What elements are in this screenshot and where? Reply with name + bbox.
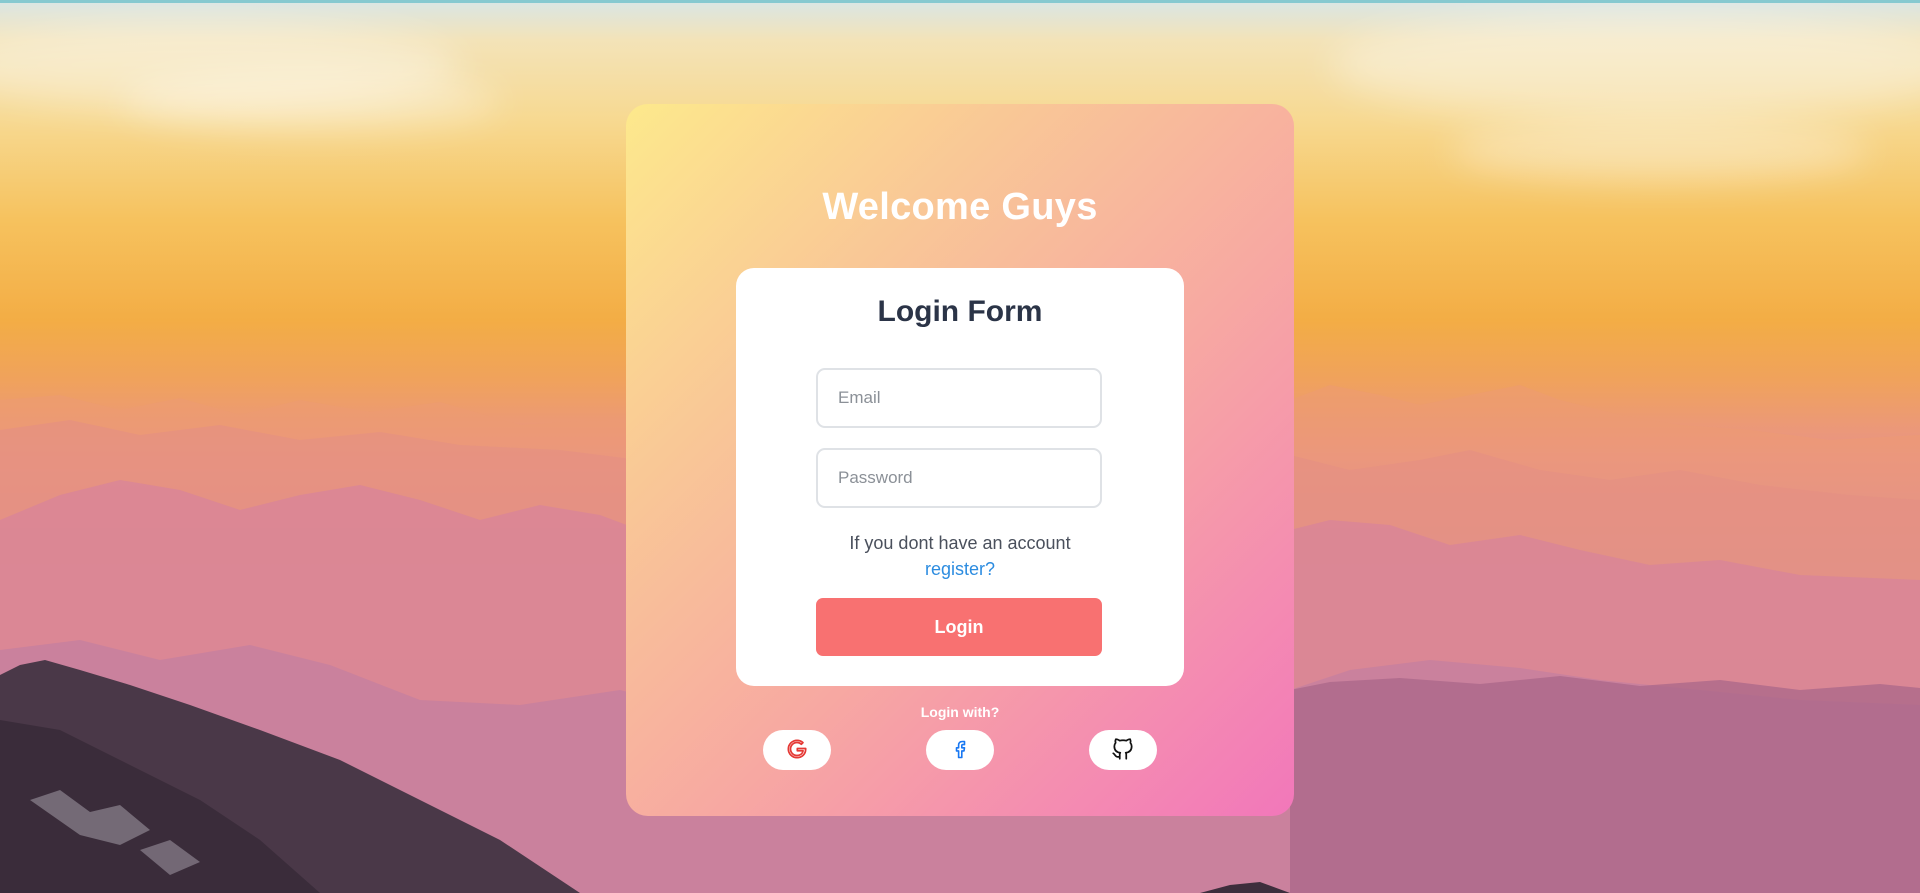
login-card: Welcome Guys Login Form If you dont have…	[626, 104, 1294, 816]
register-link[interactable]: register?	[736, 559, 1184, 580]
facebook-login-button[interactable]	[926, 730, 994, 770]
form-title: Login Form	[877, 295, 1043, 328]
login-button[interactable]: Login	[816, 598, 1102, 656]
email-field[interactable]	[816, 368, 1102, 428]
github-login-button[interactable]	[1089, 730, 1157, 770]
password-field[interactable]	[816, 448, 1102, 508]
google-login-button[interactable]	[763, 730, 831, 770]
top-accent-strip	[0, 0, 1920, 3]
facebook-icon	[948, 737, 972, 764]
google-icon	[784, 736, 810, 765]
account-prompt: If you dont have an account	[849, 533, 1071, 553]
login-form: Login Form If you dont have an account r…	[736, 268, 1184, 686]
social-login-label: Login with?	[920, 704, 1000, 720]
github-icon	[1110, 736, 1136, 765]
welcome-heading: Welcome Guys	[822, 186, 1098, 228]
